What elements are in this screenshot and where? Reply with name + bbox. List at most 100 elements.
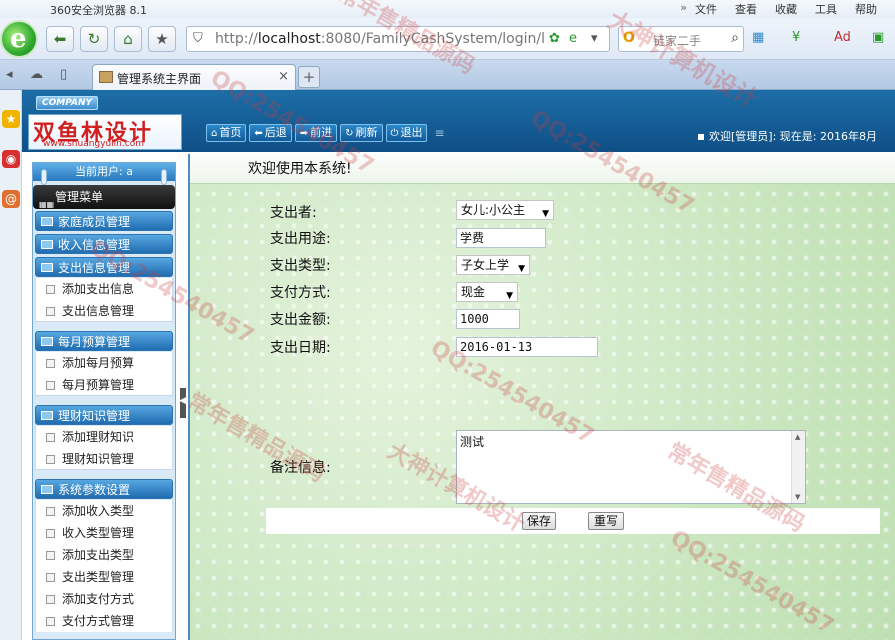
page-icon[interactable]: ▯ [60, 67, 67, 82]
menu-item-expense-manage[interactable]: 支出信息管理 [35, 300, 173, 322]
left-menu: 当前用户: a ▦▦ 管理菜单 家庭成员管理 收入信息管理 支出信息管理 添加支… [32, 162, 176, 640]
payment-label: 支付方式: [270, 285, 331, 301]
main-content: 欢迎使用本系统! 支出者: 女儿:小公主 ▼ 支出用途: 学费 支出类型: 子女上… [188, 154, 895, 640]
folder-icon [41, 263, 53, 272]
menu-item-add-income-type[interactable]: 添加收入类型 [35, 500, 173, 522]
doc-icon [46, 529, 55, 538]
new-tab-button[interactable]: + [298, 66, 320, 88]
search-engine-icon[interactable]: O [623, 30, 635, 46]
purpose-label: 支出用途: [270, 231, 331, 247]
amount-label: 支出金额: [270, 312, 331, 328]
doc-icon [46, 507, 55, 516]
doc-icon [46, 617, 55, 626]
menu-item-income-type-manage[interactable]: 收入类型管理 [35, 522, 173, 544]
adblock-icon[interactable]: Ad [834, 30, 851, 45]
payer-select[interactable]: 女儿:小公主 ▼ [456, 200, 554, 220]
close-icon[interactable]: × [278, 69, 289, 84]
speed-mode-icon[interactable]: ✿ [549, 31, 560, 46]
currency-icon[interactable]: ¥ [792, 30, 800, 45]
textarea-scrollbar[interactable]: ▲ ▼ [791, 431, 805, 503]
pin-icon [161, 169, 167, 185]
menu-group-settings[interactable]: 系统参数设置 [35, 479, 173, 499]
extension-icon[interactable]: ▣ [872, 30, 884, 45]
menu-group-finance[interactable]: 理财知识管理 [35, 405, 173, 425]
menu-item-budget-manage[interactable]: 每月预算管理 [35, 374, 173, 396]
home-button[interactable]: ⌂ 首页 [206, 124, 247, 142]
menu-item-payment-method-manage[interactable]: 支付方式管理 [35, 610, 173, 632]
address-url[interactable]: http://localhost:8080/FamilyCashSystem/l… [215, 31, 545, 47]
pin-icon [41, 169, 47, 185]
divider-icon: ≡ [434, 126, 445, 140]
back-button[interactable]: ⬅ 后退 [249, 124, 292, 142]
mail-icon[interactable]: @ [2, 190, 20, 208]
folder-icon [41, 411, 53, 420]
date-input[interactable]: 2016-01-13 [456, 337, 598, 357]
logout-button[interactable]: ⏻ 退出 [385, 124, 428, 142]
address-bar[interactable]: ⛉ http://localhost:8080/FamilyCashSystem… [186, 26, 610, 52]
folder-icon [41, 485, 53, 494]
menu-favorites[interactable]: 收藏 [775, 1, 797, 17]
welcome-status: 欢迎[管理员]: 现在是: 2016年8月 [698, 128, 877, 144]
refresh-icon[interactable]: ↻ [80, 26, 108, 52]
menu-item-expense-type-manage[interactable]: 支出类型管理 [35, 566, 173, 588]
scroll-up-icon[interactable]: ▲ [795, 433, 800, 441]
reset-button[interactable]: 重写 [588, 512, 624, 530]
site-header: COMPANY 双鱼林设计 www.shuangyulin.com ⌂ 首页 ⬅ 后… [22, 90, 895, 152]
ie-mode-icon[interactable]: e [569, 31, 577, 46]
browser-sidestrip: ★ ◉ @ [0, 90, 22, 640]
menu-group-income[interactable]: 收入信息管理 [35, 234, 173, 254]
home-icon: ⌂ [211, 128, 218, 139]
browser-navbar: e ⬅ ↻ ⌂ ★ ⛉ http://localhost:8080/Family… [0, 18, 895, 60]
cloud-icon[interactable]: ☁ [30, 67, 43, 82]
menu-group-expense[interactable]: 支出信息管理 [35, 257, 173, 277]
scroll-down-icon[interactable]: ▼ [795, 493, 800, 501]
purpose-input[interactable]: 学费 [456, 228, 546, 248]
tab-main[interactable]: 管理系统主界面 × [92, 64, 296, 90]
company-badge: COMPANY [36, 96, 98, 110]
apps-icon[interactable]: ▦ [752, 30, 764, 45]
sidebar-toggle-icon[interactable]: ◂ [6, 67, 13, 82]
type-select[interactable]: 子女上学 ▼ [456, 255, 530, 275]
menu-help[interactable]: 帮助 [855, 1, 877, 17]
refresh-button[interactable]: ↻ 刷新 [340, 124, 383, 142]
menu-item-add-finance[interactable]: 添加理财知识 [35, 426, 173, 448]
menu-file[interactable]: 文件 [695, 1, 717, 17]
chevron-down-icon: ▼ [518, 264, 525, 274]
browser-logo-icon: e [0, 20, 38, 58]
collapse-handle[interactable]: ◀ [179, 388, 186, 418]
doc-icon [46, 573, 55, 582]
save-button[interactable]: 保存 [522, 512, 556, 530]
address-dropdown-icon[interactable]: ▾ [591, 31, 598, 46]
menu-item-add-expense[interactable]: 添加支出信息 [35, 278, 173, 300]
menu-item-add-expense-type[interactable]: 添加支出类型 [35, 544, 173, 566]
menu-tools[interactable]: 工具 [815, 1, 837, 17]
remark-textarea[interactable]: 测试 ▲ ▼ [456, 430, 806, 504]
back-icon[interactable]: ⬅ [46, 26, 74, 52]
favorite-star-icon[interactable]: ★ [148, 26, 176, 52]
search-icon[interactable]: ⌕ [731, 30, 739, 46]
browser-menu: » 文件 查看 收藏 工具 帮助 [680, 1, 895, 17]
menu-item-add-budget[interactable]: 添加每月预算 [35, 352, 173, 374]
forward-icon: ➡ [299, 128, 309, 139]
menu-more[interactable]: » [680, 1, 687, 17]
forward-button[interactable]: ➡ 前进 [294, 124, 338, 142]
doc-icon [46, 455, 55, 464]
menu-group-family-members[interactable]: 家庭成员管理 [35, 211, 173, 231]
weibo-icon[interactable]: ◉ [2, 150, 20, 168]
doc-icon [46, 433, 55, 442]
menu-item-finance-manage[interactable]: 理财知识管理 [35, 448, 173, 470]
menu-group-budget[interactable]: 每月预算管理 [35, 331, 173, 351]
type-label: 支出类型: [270, 258, 331, 274]
payment-select[interactable]: 现金 ▼ [456, 282, 518, 302]
menu-title: ▦▦ 管理菜单 [33, 185, 175, 209]
form-actions: 保存 重写 [266, 508, 880, 534]
home-icon[interactable]: ⌂ [114, 26, 142, 52]
browser-titlebar: 360安全浏览器 8.1 » 文件 查看 收藏 工具 帮助 [0, 0, 895, 18]
menu-view[interactable]: 查看 [735, 1, 757, 17]
web-page: COMPANY 双鱼林设计 www.shuangyulin.com ⌂ 首页 ⬅ 后… [22, 90, 895, 640]
browser-tabbar: ◂ ☁ ▯ 管理系统主界面 × + [0, 60, 895, 90]
amount-input[interactable]: 1000 [456, 309, 520, 329]
search-box[interactable]: O 链家二手 ⌕ [618, 26, 744, 52]
star-icon[interactable]: ★ [2, 110, 20, 128]
menu-item-add-payment-method[interactable]: 添加支付方式 [35, 588, 173, 610]
